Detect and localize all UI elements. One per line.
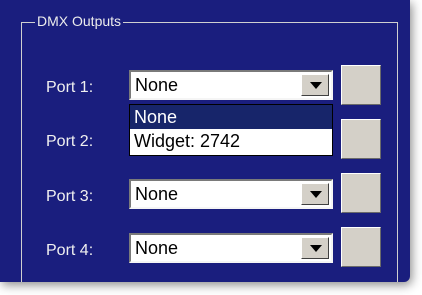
port-4-select[interactable]: None bbox=[129, 233, 333, 263]
port-1-dropdown-list: None Widget: 2742 bbox=[129, 104, 333, 156]
port-4-select-value: None bbox=[135, 238, 179, 258]
port-3-select[interactable]: None bbox=[129, 179, 333, 209]
dmx-outputs-panel: DMX Outputs Port 1: None Port 2: Port 3:… bbox=[0, 0, 410, 282]
port-3-button[interactable] bbox=[341, 173, 381, 213]
chevron-down-icon[interactable] bbox=[301, 183, 329, 205]
port-1-select[interactable]: None bbox=[129, 70, 333, 100]
port-4-label: Port 4: bbox=[46, 242, 94, 259]
chevron-down-icon[interactable] bbox=[301, 74, 329, 96]
port-1-select-value: None bbox=[135, 75, 179, 95]
port-2-button[interactable] bbox=[341, 119, 381, 159]
port-2-label: Port 2: bbox=[46, 133, 94, 150]
dropdown-option-none[interactable]: None bbox=[130, 105, 332, 129]
port-1-label: Port 1: bbox=[46, 79, 94, 96]
port-4-button[interactable] bbox=[341, 227, 381, 267]
group-title: DMX Outputs bbox=[35, 12, 124, 30]
port-1-button[interactable] bbox=[341, 65, 381, 105]
chevron-down-icon[interactable] bbox=[301, 237, 329, 259]
dropdown-option-widget[interactable]: Widget: 2742 bbox=[130, 129, 332, 153]
port-3-select-value: None bbox=[135, 184, 179, 204]
port-3-label: Port 3: bbox=[46, 188, 94, 205]
